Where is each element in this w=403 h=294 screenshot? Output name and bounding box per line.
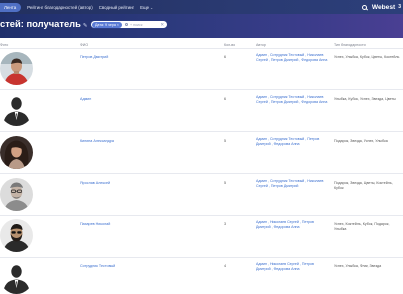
thanks-count: 4: [224, 264, 227, 268]
column-header-count[interactable]: Кол-во: [224, 43, 235, 47]
nav-tab-summary-rating[interactable]: Сводный рейтинг: [99, 5, 134, 10]
column-header-author[interactable]: Автор: [256, 43, 266, 47]
brand-badge: 3: [398, 4, 401, 10]
avatar: [0, 178, 33, 211]
employee-name-link[interactable]: Сотрудник Тестовый: [80, 264, 115, 268]
top-navigation-bar: Лента Рейтинг благодарностей (автор) Сво…: [0, 0, 403, 14]
person-silhouette-icon: [0, 93, 33, 126]
page-title: стей: получатель ✎: [0, 18, 87, 29]
row-divider: [0, 257, 403, 258]
author-list[interactable]: Админ , Сотрудник Тестовый , Николаев Се…: [256, 95, 328, 104]
row-divider: [0, 89, 403, 90]
avatar-photo: [0, 136, 33, 169]
avatar: [0, 261, 33, 294]
thanks-types: Подарок, Звезда, Цветы, Коктейль, Кубок: [334, 181, 393, 190]
thanks-types: Успех, Коктейль, Кубок, Подарок, Улыбка: [334, 222, 390, 231]
author-list[interactable]: Админ , Сотрудник Тестовый , Петров Дмит…: [256, 137, 328, 146]
avatar: [0, 93, 33, 126]
column-header-photo[interactable]: Фото: [0, 43, 8, 47]
author-list[interactable]: Админ , Николаев Сергей , Петров Дмитрий…: [256, 220, 328, 229]
nav-tab-more[interactable]: Еще⌄: [140, 5, 153, 10]
thanks-types: Успех, Улыбка, Флаг, Звезда: [334, 264, 382, 268]
filter-tag-date[interactable]: Дата: 9 чера×: [92, 21, 122, 28]
search-icon[interactable]: [361, 4, 367, 10]
avatar-photo: [0, 178, 33, 211]
filter-bar[interactable]: Дата: 9 чера× + поиск ✕: [90, 20, 168, 29]
author-list[interactable]: Админ , Сотрудник Тестовый , Николаев Се…: [256, 53, 328, 62]
thanks-count: 3: [224, 222, 227, 226]
filter-tag-label: Дата: 9 чера: [95, 22, 116, 27]
thanks-types: Улыбка, Кубок, Успех, Звезда, Цветы: [334, 97, 396, 101]
search-input[interactable]: + поиск: [130, 23, 160, 27]
avatar-photo: [0, 52, 33, 85]
author-list[interactable]: Админ , Николаев Сергей , Петров Дмитрий…: [256, 262, 328, 271]
header-divider: [0, 48, 403, 49]
edit-pencil-icon[interactable]: ✎: [83, 23, 88, 29]
thanks-count: 6: [224, 97, 227, 101]
nav-tab-more-label: Еще: [140, 4, 150, 10]
row-divider: [0, 173, 403, 174]
chevron-down-icon: ⌄: [150, 5, 153, 10]
thanks-count: 6: [224, 55, 227, 59]
nav-tab-feed[interactable]: Лента: [0, 2, 22, 12]
brand-logo[interactable]: Webest: [372, 4, 395, 11]
column-header-name[interactable]: ФИО: [80, 43, 88, 47]
topbar-right-group: Webest 3: [361, 0, 401, 14]
column-header-type[interactable]: Тип благодарности: [334, 43, 366, 47]
row-divider: [0, 131, 403, 132]
page-header: стей: получатель ✎ Дата: 9 чера× + поиск …: [0, 14, 403, 38]
employee-name-link[interactable]: Пахарев Николай: [80, 222, 110, 226]
remove-filter-icon[interactable]: ×: [117, 23, 119, 27]
page-title-text: стей: получатель: [0, 18, 81, 29]
thanks-count: 5: [224, 181, 227, 185]
avatar: [0, 136, 33, 169]
thanks-types: Успех, Улыбка, Кубок, Цветы, Коктейль: [334, 55, 400, 59]
nav-tab-rating-author[interactable]: Рейтинг благодарностей (автор): [27, 5, 93, 10]
row-divider: [0, 215, 403, 216]
employee-name-link[interactable]: Петров Дмитрий: [80, 55, 108, 59]
employee-name-link[interactable]: Админ: [80, 97, 91, 101]
author-list[interactable]: Админ , Сотрудник Тестовый , Николаев Се…: [256, 179, 328, 188]
employee-name-link[interactable]: Кипина Александра: [80, 139, 114, 143]
person-silhouette-icon: [0, 261, 33, 294]
avatar: [0, 219, 33, 252]
employee-name-link[interactable]: Ярослав Алексей: [80, 181, 110, 185]
clear-filter-icon[interactable]: ✕: [160, 22, 164, 28]
thanks-types: Подарок, Звезда, Успех, Улыбка: [334, 139, 388, 143]
avatar-photo: [0, 219, 33, 252]
search-icon: [124, 22, 128, 27]
avatar: [0, 52, 33, 85]
thanks-count: 5: [224, 139, 227, 143]
